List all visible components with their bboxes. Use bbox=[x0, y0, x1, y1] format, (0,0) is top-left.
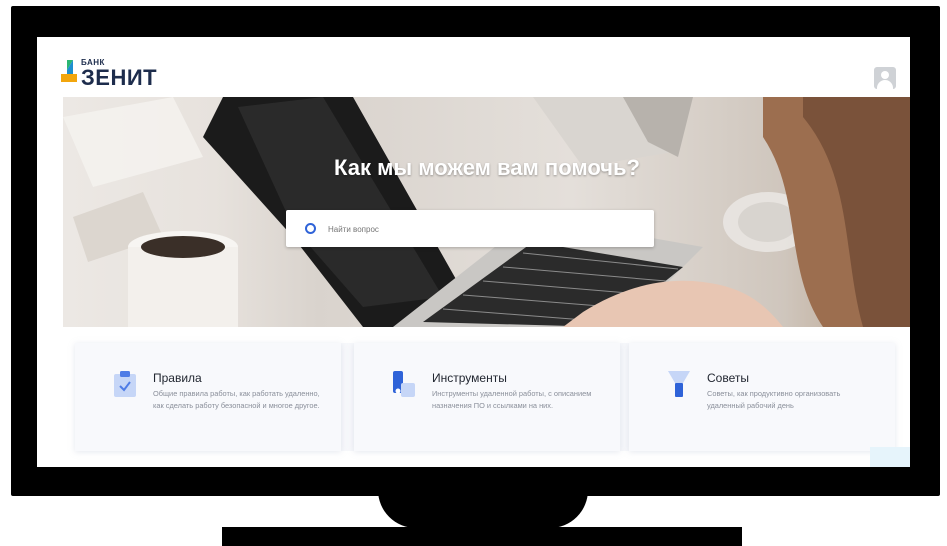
avatar-body-shape bbox=[877, 80, 893, 89]
tools-icon bbox=[393, 371, 415, 397]
decorative-corner bbox=[870, 447, 910, 467]
card-title: Инструменты bbox=[432, 371, 507, 385]
card-description: Советы, как продуктивно организовать уда… bbox=[707, 389, 841, 410]
avatar-head-shape bbox=[881, 71, 889, 79]
card-rules[interactable]: Правила Общие правила работы, как работа… bbox=[75, 343, 341, 451]
search-box[interactable] bbox=[286, 210, 654, 247]
site-header: БАНК ЗЕНИТ bbox=[37, 37, 910, 97]
monitor-stand-base bbox=[222, 527, 742, 546]
monitor-stand-neck bbox=[378, 490, 588, 528]
card-title: Правила bbox=[153, 371, 202, 385]
search-icon bbox=[305, 223, 316, 234]
search-input[interactable] bbox=[326, 220, 630, 238]
monitor-screen: БАНК ЗЕНИТ Как мы можем вам помочь? Найт… bbox=[37, 37, 910, 467]
logo-mark-icon bbox=[61, 60, 77, 82]
user-avatar[interactable] bbox=[874, 67, 896, 89]
card-tips[interactable]: Советы Советы, как продуктивно организов… bbox=[629, 343, 895, 451]
hero-banner: Как мы можем вам помочь? bbox=[63, 97, 910, 327]
card-tools[interactable]: Инструменты Инструменты удаленной работы… bbox=[354, 343, 620, 451]
lamp-icon bbox=[668, 371, 690, 397]
logo-big-text: ЗЕНИТ bbox=[81, 65, 158, 90]
card-description: Инструменты удаленной работы, с описание… bbox=[432, 389, 592, 410]
hero-title: Как мы можем вам помочь? bbox=[334, 155, 640, 180]
bank-logo[interactable]: БАНК ЗЕНИТ bbox=[61, 56, 171, 90]
card-title: Советы bbox=[707, 371, 749, 385]
card-description: Общие правила работы, как работать удале… bbox=[153, 389, 320, 410]
clipboard-check-icon bbox=[114, 371, 136, 397]
